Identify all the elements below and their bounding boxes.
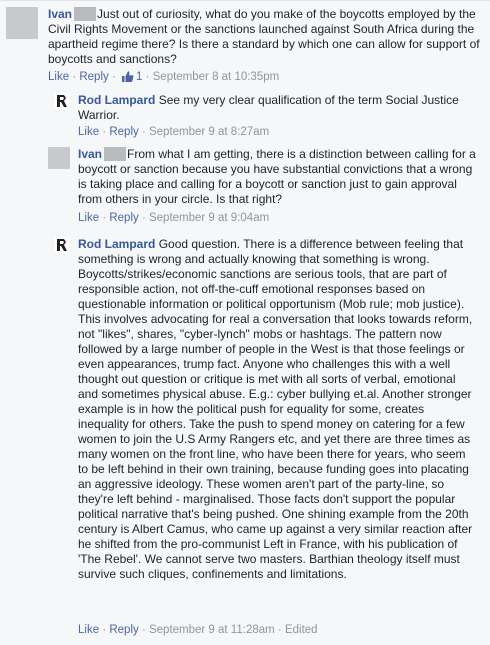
comment-body: Rod Lampard Good question. There is a di… [78, 237, 478, 582]
author-name-rod-lampard[interactable]: Rod Lampard [78, 237, 155, 251]
comment-actions: Like · Reply · September 9 at 9:04am [78, 212, 270, 224]
avatar-ivan[interactable] [48, 147, 70, 169]
edited-label[interactable]: Edited [285, 624, 318, 636]
comment-rod-2: Rod Lampard Good question. There is a di… [0, 231, 490, 645]
like-link[interactable]: Like [78, 126, 99, 138]
timestamp[interactable]: September 9 at 8:27am [149, 126, 269, 138]
comment-actions: Like · Reply · 1 · September 8 at 10:35p… [48, 70, 279, 88]
avatar-rod-lampard[interactable] [54, 93, 70, 109]
comment-body: Ivan From what I am getting, there is a d… [78, 147, 478, 207]
timestamp[interactable]: September 9 at 9:04am [149, 212, 269, 224]
reply-link[interactable]: Reply [109, 126, 138, 138]
redacted-name-block [104, 147, 127, 161]
reply-link[interactable]: Reply [109, 212, 138, 224]
author-name-ivan[interactable]: Ivan [78, 147, 102, 161]
comment-thread: Ivan Just out of curiosity, what do you m… [0, 0, 490, 644]
like-link[interactable]: Like [48, 71, 69, 83]
avatar-ivan[interactable] [6, 7, 38, 39]
comment-ivan-1: Ivan Just out of curiosity, what do you m… [0, 1, 490, 89]
reply-link[interactable]: Reply [109, 624, 138, 636]
comment-actions: Like · Reply · September 9 at 8:27am [78, 126, 270, 138]
comment-body: Ivan Just out of curiosity, what do you m… [48, 7, 484, 67]
rod-lampard-logo-icon [57, 239, 67, 251]
comment-text: Good question. There is a difference bet… [78, 237, 473, 581]
avatar-rod-lampard[interactable] [54, 237, 70, 253]
rod-lampard-logo-icon [57, 95, 67, 107]
like-link[interactable]: Like [78, 624, 99, 636]
comment-rod-1: Rod Lampard See my very clear qualificat… [0, 89, 490, 143]
comment-text: From what I am getting, there is a disti… [78, 147, 476, 206]
reply-link[interactable]: Reply [79, 71, 108, 83]
comment-text: Just out of curiosity, what do you make … [48, 7, 480, 66]
comment-actions: Like · Reply · September 9 at 11:28am · … [78, 624, 318, 636]
thumbs-up-icon [121, 70, 134, 88]
redacted-name-block [74, 7, 97, 21]
comment-ivan-2: Ivan From what I am getting, there is a d… [0, 143, 490, 231]
like-link[interactable]: Like [78, 212, 99, 224]
comment-body: Rod Lampard See my very clear qualificat… [78, 93, 468, 123]
author-name-rod-lampard[interactable]: Rod Lampard [78, 93, 155, 107]
timestamp[interactable]: September 8 at 10:35pm [153, 71, 280, 83]
timestamp[interactable]: September 9 at 11:28am [149, 624, 275, 636]
like-count[interactable]: 1 [136, 71, 142, 83]
author-name-ivan[interactable]: Ivan [48, 7, 72, 21]
